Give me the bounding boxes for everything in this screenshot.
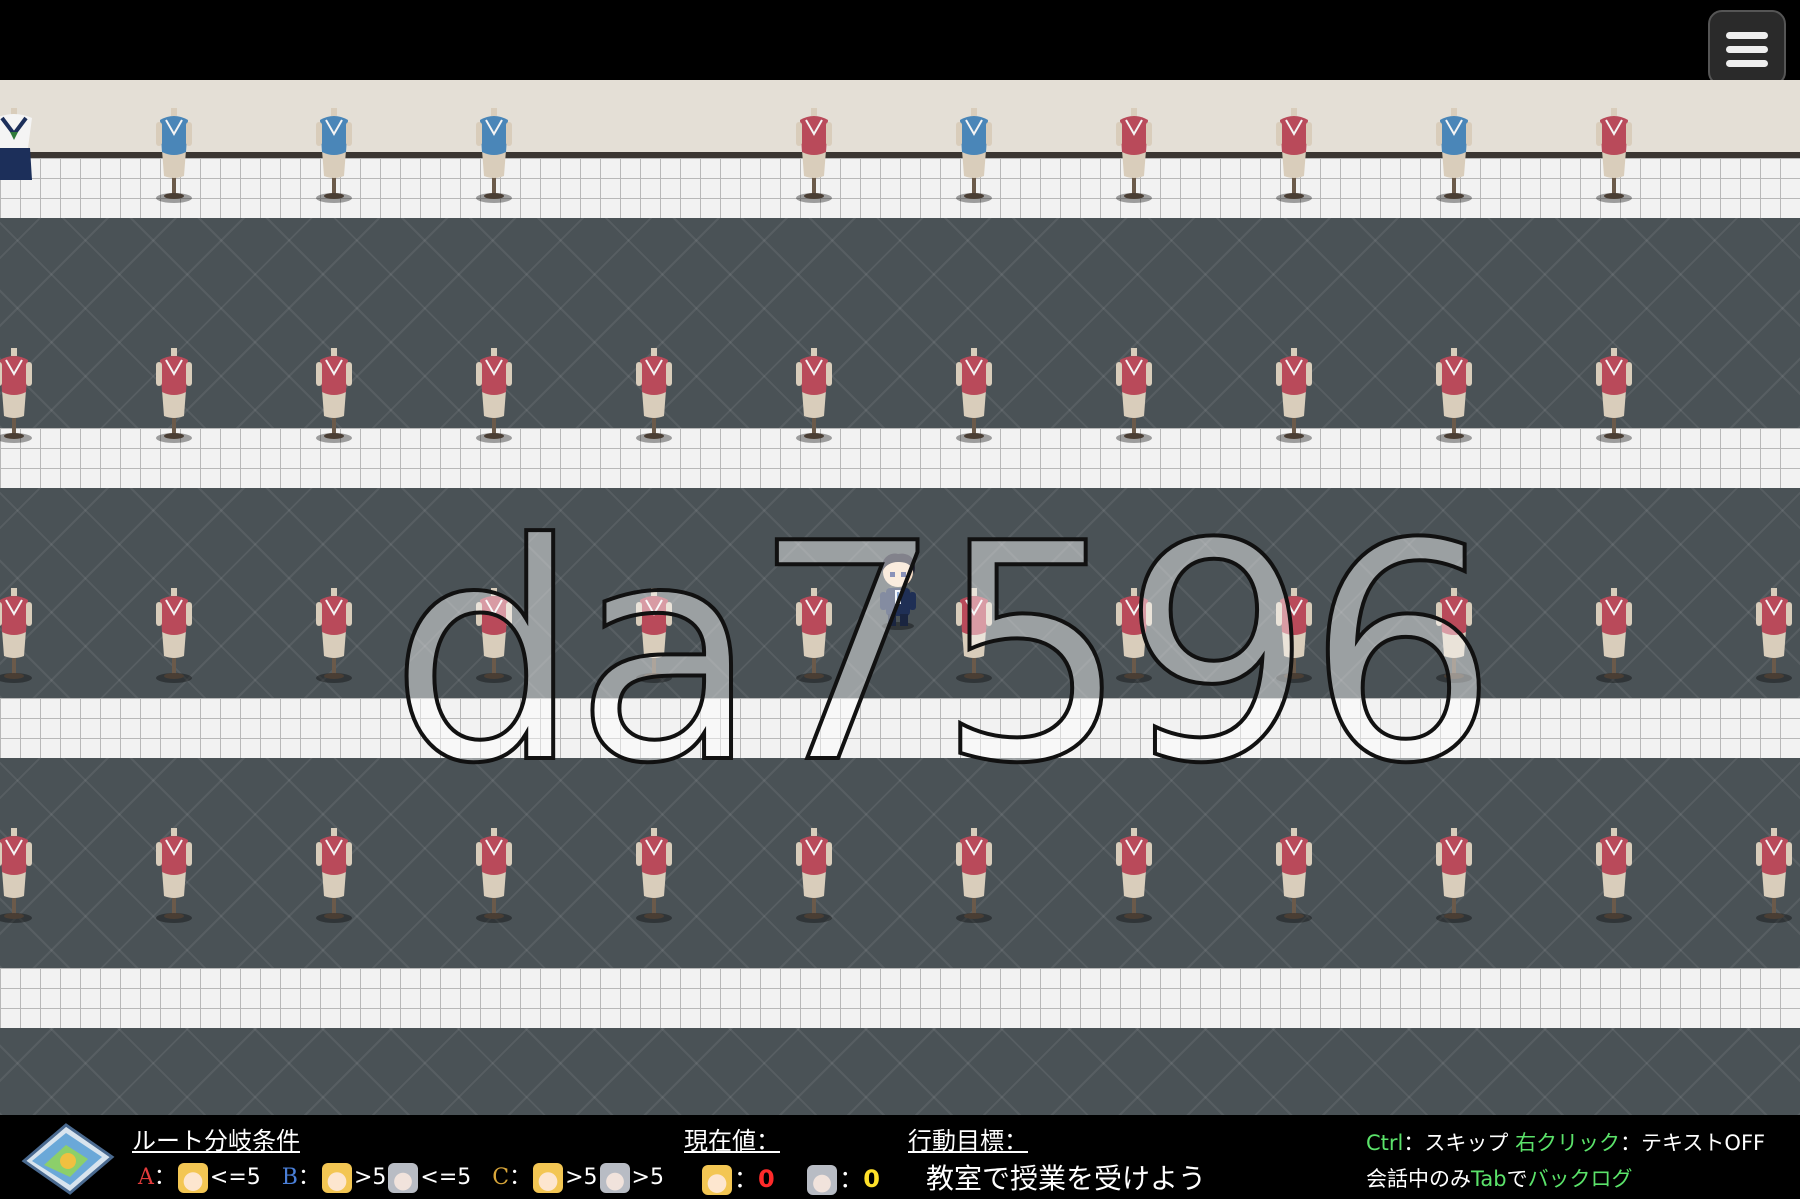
mannequin-icon [152, 104, 196, 204]
mannequin-icon [1272, 344, 1316, 444]
controls-hint-line-1: Ctrl：スキップ 右クリック：テキストOFF [1366, 1131, 1766, 1155]
mannequin-icon [472, 584, 516, 684]
mannequin-icon [1432, 344, 1476, 444]
mannequin-icon [1592, 584, 1636, 684]
character-face-icon [807, 1165, 838, 1195]
current-values-title: 現在値： [684, 1127, 780, 1155]
objective-text: 教室で授業を受けよう [926, 1162, 1207, 1195]
mannequin-icon [952, 584, 996, 684]
route-a-condition: <=5 [209, 1165, 261, 1190]
mannequin-icon [152, 344, 196, 444]
mannequin-icon [1752, 584, 1796, 684]
game-logo-icon [21, 1123, 115, 1195]
route-c-condition-2: >5 [631, 1165, 664, 1190]
map-carpet [0, 1028, 1800, 1115]
map-wall [0, 80, 1800, 152]
mannequin-icon [1112, 584, 1156, 684]
mannequin-icon [792, 344, 836, 444]
map-tile-floor [0, 158, 1800, 218]
mannequin-icon [0, 584, 36, 684]
mannequin-icon [1272, 104, 1316, 204]
mannequin-icon [792, 104, 836, 204]
mannequin-icon [472, 824, 516, 924]
character-face-icon [177, 1163, 208, 1193]
current-values: ：0 ：0 [700, 1159, 880, 1195]
character-face-icon [388, 1163, 419, 1193]
map-carpet [0, 218, 1800, 428]
character-face-icon [599, 1163, 630, 1193]
game-map[interactable]: da7596 [0, 80, 1800, 1115]
mannequin-icon [1432, 824, 1476, 924]
mannequin-icon [1432, 584, 1476, 684]
school-uniform-mannequin-icon [0, 104, 36, 204]
mannequin-icon [1592, 824, 1636, 924]
objective-title: 行動目標： [908, 1127, 1028, 1155]
mannequin-icon [472, 344, 516, 444]
mannequin-icon [1272, 584, 1316, 684]
mannequin-icon [1112, 824, 1156, 924]
mannequin-icon [1592, 344, 1636, 444]
map-tile-floor [0, 968, 1800, 1028]
mannequin-icon [792, 584, 836, 684]
mannequin-icon [312, 344, 356, 444]
mannequin-icon [792, 824, 836, 924]
mannequin-icon [1752, 824, 1796, 924]
route-conditions-title: ルート分岐条件 [132, 1127, 300, 1155]
mannequin-icon [952, 344, 996, 444]
mannequin-icon [472, 104, 516, 204]
map-tile-floor [0, 698, 1800, 758]
route-c-letter: C [492, 1165, 510, 1190]
mannequin-icon [312, 584, 356, 684]
route-conditions: A： <=5 B： >5 <=5 C： >5 >5 [138, 1159, 664, 1193]
mannequin-icon [632, 584, 676, 684]
top-bar [0, 0, 1800, 86]
mannequin-icon [312, 104, 356, 204]
map-tile-floor [0, 428, 1800, 488]
mannequin-icon [952, 104, 996, 204]
mannequin-icon [0, 824, 36, 924]
route-b-letter: B [281, 1165, 298, 1190]
mannequin-icon [632, 344, 676, 444]
route-c-condition-1: >5 [565, 1165, 598, 1190]
player-character-icon [880, 553, 916, 630]
menu-button[interactable] [1708, 10, 1786, 86]
mannequin-icon [1112, 104, 1156, 204]
mannequin-icon [0, 344, 36, 444]
mannequin-icon [632, 824, 676, 924]
mannequin-icon [312, 824, 356, 924]
mannequin-icon [152, 584, 196, 684]
controls-hint-line-2: 会話中のみTabでバックログ [1366, 1167, 1633, 1191]
mannequin-icon [1592, 104, 1636, 204]
mannequin-icon [1432, 104, 1476, 204]
character-face-icon [321, 1163, 352, 1193]
character-face-icon [533, 1163, 564, 1193]
current-value-2: 0 [863, 1165, 880, 1193]
mannequin-icon [1272, 824, 1316, 924]
route-b-condition-2: <=5 [420, 1165, 472, 1190]
mannequin-icon [1112, 344, 1156, 444]
status-hud: ルート分岐条件 A： <=5 B： >5 <=5 C： >5 >5 現在値： ：0 ：0 … [0, 1115, 1800, 1199]
route-b-condition-1: >5 [353, 1165, 387, 1190]
route-a-letter: A [138, 1165, 154, 1190]
character-face-icon [702, 1165, 732, 1195]
mannequin-icon [152, 824, 196, 924]
mannequin-icon [952, 824, 996, 924]
map-carpet [0, 758, 1800, 968]
current-value-1: 0 [758, 1165, 775, 1193]
